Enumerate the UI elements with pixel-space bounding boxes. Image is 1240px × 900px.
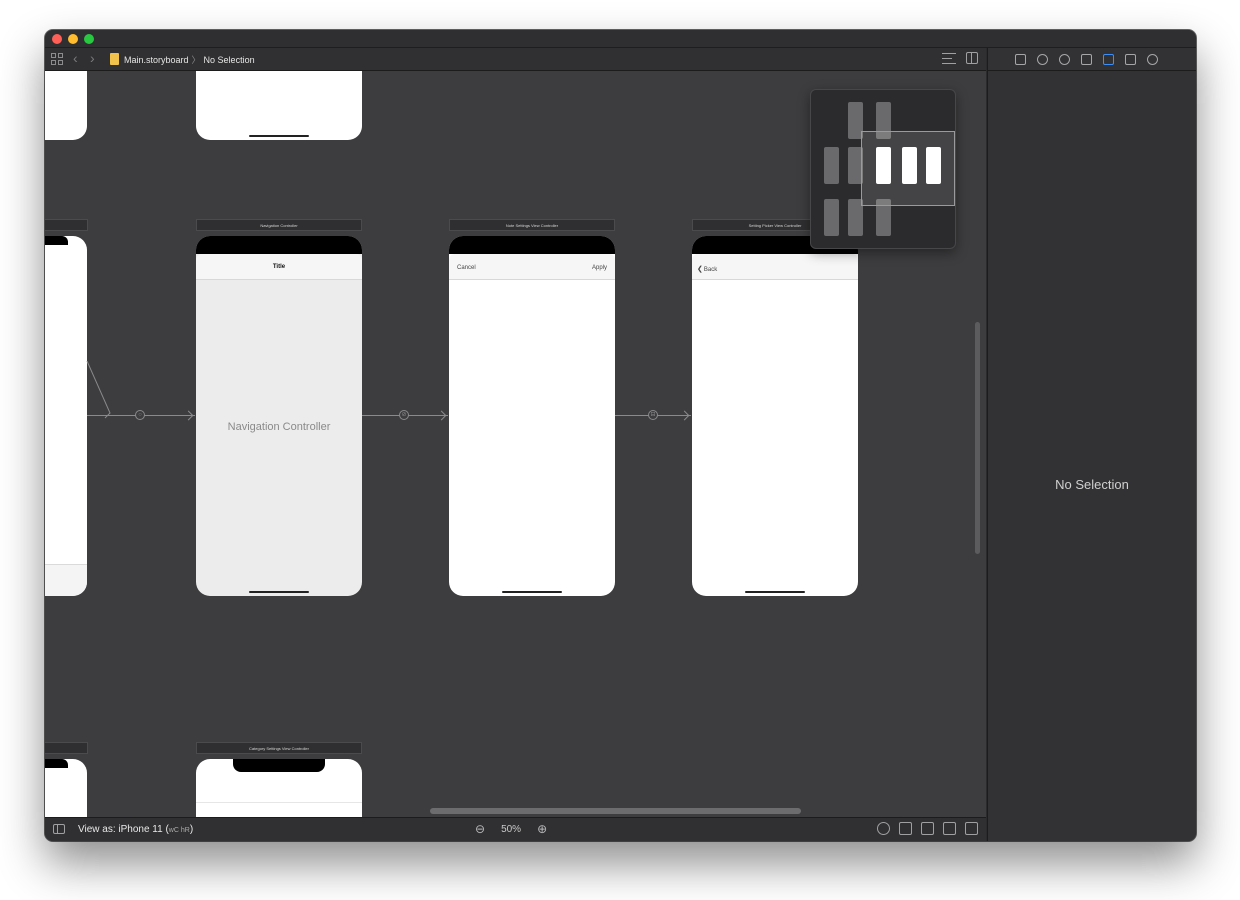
scene-setting-picker-view-controller[interactable]: ❮Back <box>692 236 858 596</box>
tab-bar <box>45 564 87 596</box>
device-notch <box>233 759 325 772</box>
align-icon[interactable] <box>899 822 912 835</box>
scene-navigation-controller[interactable]: Title Navigation Controller <box>196 236 362 596</box>
breadcrumb-selection[interactable]: No Selection <box>204 55 255 65</box>
add-editor-icon[interactable] <box>966 52 978 64</box>
inspector-empty-state: No Selection <box>1055 477 1129 492</box>
segue-show-icon[interactable]: ⊟ <box>648 410 658 420</box>
view-as-label: View as: iPhone 11 ( <box>78 824 169 835</box>
scene-label-note-settings[interactable]: Note Settings View Controller <box>449 219 615 231</box>
canvas-bottom-bar: View as: iPhone 11 (wC hR) ⊖ 50% ⊕ <box>45 817 986 841</box>
scene-left-partial[interactable] <box>45 236 87 596</box>
canvas-minimap[interactable] <box>810 89 956 249</box>
related-items-icon[interactable] <box>51 53 63 65</box>
inspector-tabs <box>988 48 1196 71</box>
identity-inspector-icon[interactable] <box>1081 53 1092 65</box>
home-indicator <box>745 591 805 593</box>
document-outline-toggle-icon[interactable] <box>53 824 65 834</box>
storyboard-canvas[interactable]: ○ ⊘ ⊟ Navigation Controller Title Naviga… <box>45 71 986 817</box>
home-indicator <box>249 135 309 137</box>
scene-bottom-left[interactable] <box>45 759 87 817</box>
status-bar <box>45 236 68 245</box>
scene-top-left[interactable] <box>45 71 87 140</box>
minimap-scene <box>824 199 839 236</box>
segue-present-icon[interactable]: ⊘ <box>399 410 409 420</box>
add-constraints-icon[interactable] <box>921 822 934 835</box>
scene-label-left[interactable] <box>45 219 88 231</box>
zoom-controls: ⊖ 50% ⊕ <box>475 822 547 836</box>
view-as-close: ) <box>189 824 194 835</box>
cancel-button[interactable]: Cancel <box>457 265 476 271</box>
title-bar <box>45 30 1196 48</box>
apply-button[interactable]: Apply <box>592 265 607 271</box>
navigation-bar: Title <box>196 254 362 280</box>
embed-in-icon[interactable] <box>965 822 978 835</box>
chevron-left-icon: ❮ <box>697 266 703 273</box>
home-indicator <box>502 591 562 593</box>
storyboard-file-icon <box>110 53 119 65</box>
scene-note-settings-view-controller[interactable]: Cancel Apply <box>449 236 615 596</box>
attributes-inspector-icon[interactable] <box>1103 53 1114 65</box>
minimize-window-button[interactable] <box>68 34 78 44</box>
update-frames-icon[interactable] <box>877 822 890 835</box>
status-bar <box>45 759 68 768</box>
vertical-scrollbar[interactable] <box>975 322 980 554</box>
size-inspector-icon[interactable] <box>1125 53 1136 65</box>
navigate-forward-icon[interactable]: › <box>90 50 95 66</box>
file-inspector-icon[interactable] <box>1015 53 1026 65</box>
view-as-device-button[interactable]: View as: iPhone 11 (wC hR) <box>78 824 193 835</box>
history-inspector-icon[interactable] <box>1037 53 1048 65</box>
segue-arrow-icon <box>679 410 690 421</box>
divider <box>196 802 362 803</box>
close-window-button[interactable] <box>52 34 62 44</box>
scene-top-center[interactable] <box>196 71 362 140</box>
connections-inspector-icon[interactable] <box>1147 53 1158 65</box>
breadcrumb-separator: 〉 <box>191 55 201 65</box>
navigation-controller-placeholder: Navigation Controller <box>227 421 331 433</box>
inspector-panel: No Selection <box>987 48 1196 841</box>
home-indicator <box>249 591 309 593</box>
editor-options <box>942 52 978 64</box>
zoom-level[interactable]: 50% <box>501 824 521 835</box>
navigation-bar: Cancel Apply <box>449 254 615 280</box>
status-bar <box>449 236 615 254</box>
segue-relationship-icon[interactable]: ○ <box>135 410 145 420</box>
navigate-back-icon[interactable]: ‹ <box>73 50 78 66</box>
zoom-in-icon[interactable]: ⊕ <box>537 822 547 836</box>
navigation-bar: ❮Back <box>692 254 858 280</box>
relationship-line-icon <box>86 361 111 419</box>
xcode-window: ‹ › Main.storyboard 〉 No Selection ○ ⊘ ⊟… <box>45 30 1196 841</box>
navigation-bar-title: Title <box>272 264 286 270</box>
view-as-traits: wC hR <box>168 827 190 834</box>
back-button-label: Back <box>703 267 718 273</box>
quick-help-icon[interactable] <box>1059 53 1070 65</box>
editor-options-icon[interactable] <box>942 52 956 64</box>
segue-arrow-icon <box>183 410 194 421</box>
minimap-scene <box>824 147 839 184</box>
scene-label-navigation-controller[interactable]: Navigation Controller <box>196 219 362 231</box>
resolve-layout-issues-icon[interactable] <box>943 822 956 835</box>
zoom-out-icon[interactable]: ⊖ <box>475 822 485 836</box>
scene-category-settings-view-controller[interactable] <box>196 759 362 817</box>
horizontal-scrollbar[interactable] <box>430 808 801 814</box>
layout-tools <box>877 822 978 835</box>
scene-label-category-settings[interactable]: Category Settings View Controller <box>196 742 362 754</box>
segue-arrow-icon <box>436 410 447 421</box>
breadcrumb: Main.storyboard 〉 No Selection <box>124 53 255 66</box>
back-button[interactable]: ❮Back <box>697 265 717 273</box>
jump-bar: ‹ › Main.storyboard 〉 No Selection <box>45 48 986 71</box>
scene-label-bottom-left[interactable] <box>45 742 88 754</box>
status-bar <box>196 236 362 254</box>
breadcrumb-file[interactable]: Main.storyboard <box>124 55 189 65</box>
zoom-window-button[interactable] <box>84 34 94 44</box>
minimap-viewport[interactable] <box>861 131 955 206</box>
